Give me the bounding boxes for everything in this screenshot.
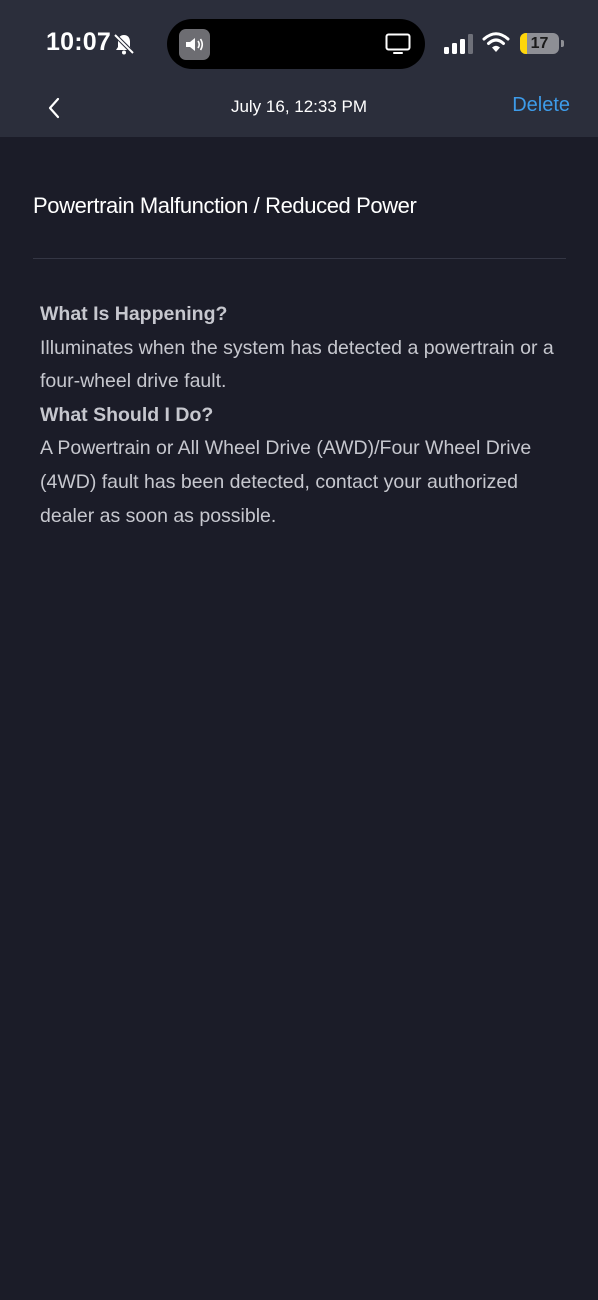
divider	[33, 258, 566, 259]
alert-description: What Is Happening? Illuminates when the …	[40, 298, 570, 533]
alert-title: Powertrain Malfunction / Reduced Power	[33, 193, 417, 218]
status-time: 10:07	[46, 28, 111, 56]
dynamic-island	[167, 19, 425, 69]
section-text: Illuminates when the system has detected…	[40, 336, 554, 393]
delete-button[interactable]: Delete	[512, 94, 570, 117]
section-heading: What Is Happening?	[40, 303, 228, 325]
battery-cap	[561, 40, 564, 47]
battery-icon: 17	[520, 33, 559, 54]
section-heading: What Should I Do?	[40, 403, 214, 426]
battery-level: 17	[530, 35, 549, 52]
wifi-icon	[482, 31, 510, 53]
section-text: A Powertrain or All Wheel Drive (AWD)/Fo…	[40, 437, 532, 527]
tv-icon	[385, 33, 411, 55]
speaker-icon	[179, 29, 210, 60]
page-title: July 16, 12:33 PM	[230, 97, 368, 116]
signal-icon	[444, 34, 474, 54]
bell-slash-icon	[113, 33, 135, 55]
